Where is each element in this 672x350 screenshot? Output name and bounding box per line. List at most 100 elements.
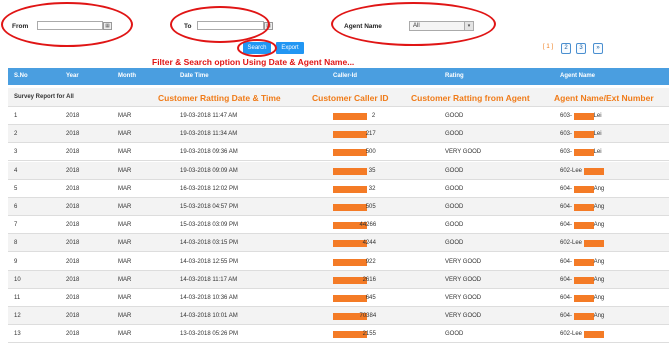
cell-agent-suffix: Ang [593,222,605,229]
cell-agent-suffix: Ang [593,204,605,210]
datetime-note: Customer Ratting Date & Time [158,93,281,103]
cell-sno: 9 [14,258,18,265]
redaction-mark [573,204,594,211]
cell-rating: VERY GOOD [445,313,482,320]
cell-rating: VERY GOOD [445,149,482,156]
cell-year: 2018 [66,276,80,283]
cell-sno: 6 [14,204,18,210]
rating-note: Customer Ratting from Agent [411,93,530,103]
cell-sno: 10 [14,276,21,283]
col-sno[interactable]: S.No [14,68,28,85]
cell-agent-prefix: 602-Lee [560,331,583,338]
cell-rating: GOOD [445,131,464,138]
cell-agent-prefix: 604- [560,295,573,301]
cell-year: 2018 [66,331,80,338]
cell-datetime: 15-03-2018 04:57 PM [180,204,239,210]
page-2-link[interactable]: 2 [561,43,571,54]
cell-month: MAR [118,204,132,210]
cell-datetime: 19-03-2018 09:36 AM [180,149,238,156]
redaction-mark [573,313,594,321]
table-row: 2 2018 MAR 19-03-2018 11:34 AM 217 GOOD 603- Le… [8,125,669,144]
col-datetime[interactable]: Date Time [180,68,209,85]
cell-agent-prefix: 603- [560,131,573,138]
col-rating[interactable]: Rating [445,68,464,85]
cell-caller-id: 500 [365,149,376,156]
cell-agent-suffix: Ang [593,185,605,192]
redaction-mark [573,185,594,193]
cell-agent-prefix: 603- [560,149,573,156]
cell-caller-id: 4244 [362,240,376,247]
cell-year: 2018 [66,222,80,229]
cell-sno: 1 [14,113,18,119]
cell-sno: 13 [14,331,21,338]
cell-month: MAR [118,185,132,192]
redaction-mark [333,131,367,139]
cell-datetime: 14-03-2018 10:01 AM [180,313,238,320]
cell-sno: 7 [14,222,18,229]
cell-agent-prefix: 604- [560,185,573,192]
cell-rating: VERY GOOD [445,258,482,265]
cell-year: 2018 [66,149,80,156]
table-row: 11 2018 MAR 14-03-2018 10:36 AM 645 VERY GOOD… [8,289,669,307]
cell-sno: 3 [14,149,18,156]
col-year[interactable]: Year [66,68,79,85]
col-agent-name[interactable]: Agent Name [560,68,595,85]
page-3-link[interactable]: 3 [576,43,586,54]
cell-datetime: 14-03-2018 03:15 PM [180,240,239,247]
cell-caller-id: 2 [371,113,376,119]
table-row: 12 2018 MAR 14-03-2018 10:01 AM 70384 VERY GO… [8,307,669,326]
table-row: 10 2018 MAR 14-03-2018 11:17 AM 2616 VERY GOO… [8,270,669,289]
table-row: 3 2018 MAR 19-03-2018 09:36 AM 500 VERY GOOD 6… [8,143,669,162]
cell-month: MAR [118,313,132,320]
cell-sno: 8 [14,240,18,247]
cell-caller-id: 44266 [359,222,377,229]
cell-year: 2018 [66,240,80,247]
redaction-mark [333,149,367,157]
cell-agent-prefix: 604- [560,276,573,283]
cell-caller-id: 70384 [359,313,377,320]
cell-caller-id: 2616 [362,276,376,283]
redaction-mark [573,149,594,157]
cell-rating: VERY GOOD [445,276,482,283]
cell-datetime: 14-03-2018 11:17 AM [180,276,238,283]
redaction-mark [573,295,594,302]
redaction-mark [333,167,367,175]
redaction-mark [573,131,594,139]
cell-rating: GOOD [445,240,464,247]
next-page-link[interactable]: » [593,43,603,54]
cell-year: 2018 [66,185,80,192]
cell-datetime: 16-03-2018 12:02 PM [180,185,239,192]
cell-month: MAR [118,240,132,247]
cell-month: MAR [118,131,132,138]
cell-agent-suffix: Lei [593,131,602,138]
cell-agent-suffix: Ang [593,295,605,301]
col-month[interactable]: Month [118,68,136,85]
cell-datetime: 19-03-2018 09:09 AM [180,167,238,174]
cell-sno: 5 [14,185,18,192]
cell-agent-suffix: Ang [593,276,605,283]
cell-month: MAR [118,222,132,229]
redaction-mark [333,258,367,266]
export-button[interactable]: Export [276,42,304,54]
cell-month: MAR [118,331,132,338]
cell-caller-id: 922 [365,258,376,265]
cell-datetime: 15-03-2018 03:09 PM [180,222,239,229]
redaction-mark [333,295,367,302]
agent-note: Agent Name/Ext Number [554,93,654,103]
pagination-current: [ 1 ] [543,44,554,50]
cell-sno: 2 [14,131,18,138]
cell-agent-suffix: Lei [593,113,602,119]
callerid-note: Customer Caller ID [312,93,389,103]
cell-rating: GOOD [445,222,464,229]
cell-agent-prefix: 604- [560,204,573,210]
cell-rating: GOOD [445,204,464,210]
col-caller-id[interactable]: Caller-Id [333,68,357,85]
cell-sno: 11 [14,295,21,301]
cell-caller-id: 32 [368,185,376,192]
cell-sno: 4 [14,167,18,174]
cell-caller-id: 645 [365,295,376,301]
cell-month: MAR [118,258,132,265]
cell-caller-id: 2155 [362,331,376,338]
cell-month: MAR [118,167,132,174]
table-header: S.No Year Month Date Time Caller-Id Rati… [8,68,669,85]
